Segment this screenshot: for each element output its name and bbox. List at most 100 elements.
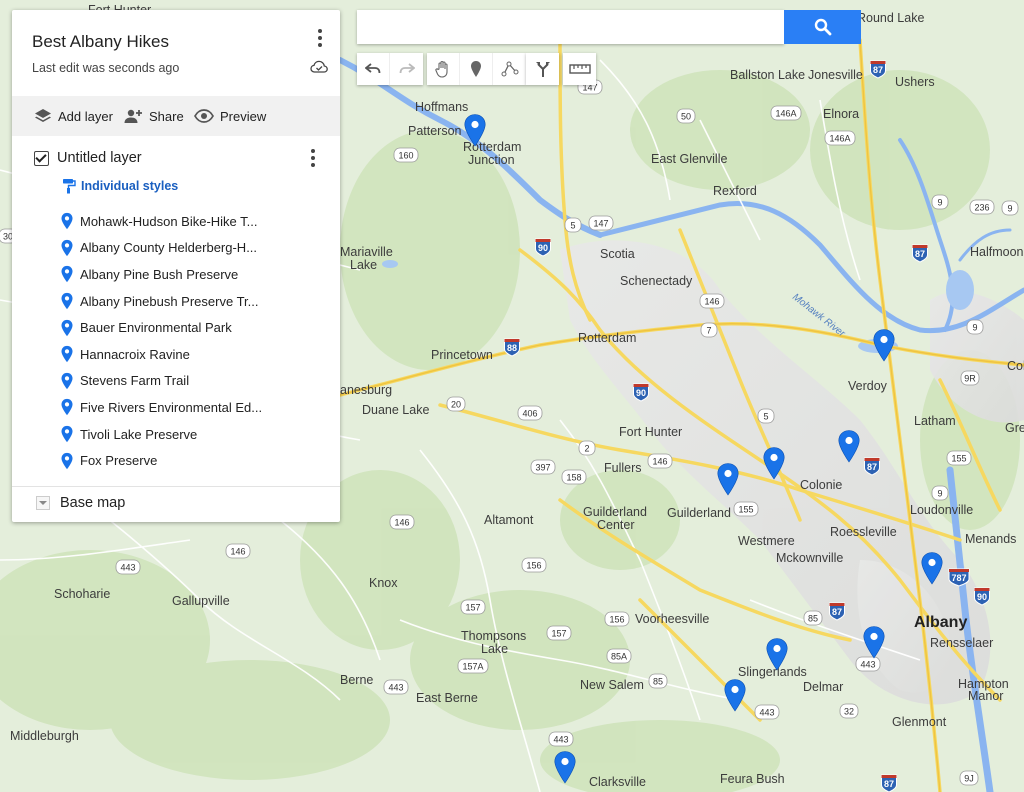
interstate-shield: 88 bbox=[504, 338, 520, 357]
paint-roller-icon bbox=[63, 179, 76, 194]
route-shield: 158 bbox=[561, 469, 587, 485]
interstate-shield-label: 87 bbox=[832, 607, 842, 617]
place-label: Verdoy bbox=[848, 379, 888, 393]
route-shield-label: 9 bbox=[1007, 204, 1012, 214]
ruler-icon[interactable] bbox=[563, 53, 596, 85]
eye-icon bbox=[194, 109, 214, 123]
expand-triangle-icon[interactable] bbox=[36, 496, 50, 510]
layer-item-label: Stevens Farm Trail bbox=[80, 373, 190, 389]
route-shield-label: 397 bbox=[535, 463, 550, 473]
route-shield-label: 5 bbox=[763, 412, 768, 422]
route-shield-label: 85A bbox=[611, 652, 627, 662]
layer-item[interactable]: Fox Preserve bbox=[60, 447, 262, 474]
route-shield: 85 bbox=[648, 673, 668, 689]
hand-icon[interactable] bbox=[427, 53, 460, 85]
redo-icon[interactable] bbox=[390, 53, 423, 85]
map-options-icon[interactable] bbox=[310, 26, 330, 50]
place-label: Lake bbox=[350, 258, 377, 272]
layer-visibility-checkbox[interactable] bbox=[34, 150, 49, 166]
route-shield-label: 7 bbox=[706, 326, 711, 336]
route-shield-label: 9J bbox=[964, 774, 974, 784]
route-shield-label: 146 bbox=[652, 457, 667, 467]
route-shield-label: 443 bbox=[120, 563, 135, 573]
layer-name[interactable]: Untitled layer bbox=[57, 150, 142, 166]
route-shield: 146 bbox=[647, 453, 673, 469]
search-input[interactable] bbox=[357, 10, 784, 44]
layer-item[interactable]: Hannacroix Ravine bbox=[60, 341, 262, 368]
route-shield-label: 20 bbox=[451, 400, 461, 410]
place-label: Colonie bbox=[800, 478, 842, 492]
route-shield-label: 155 bbox=[738, 505, 753, 515]
route-shield-label: 406 bbox=[522, 409, 537, 419]
interstate-shield-label: 787 bbox=[951, 573, 966, 583]
map-pin-icon bbox=[61, 319, 73, 336]
base-map-section[interactable]: Base map bbox=[36, 495, 125, 511]
directions-icon[interactable] bbox=[526, 53, 559, 85]
directions-toolbar bbox=[526, 53, 559, 85]
layer-item[interactable]: Bauer Environmental Park bbox=[60, 314, 262, 341]
route-shield-label: 85 bbox=[808, 614, 818, 624]
layer-item[interactable]: Albany Pine Bush Preserve bbox=[60, 261, 262, 288]
place-label: Guilderland bbox=[583, 505, 647, 519]
add-layer-button[interactable]: Add layer bbox=[34, 96, 113, 136]
route-shield: 146A bbox=[824, 130, 856, 146]
add-layer-label: Add layer bbox=[58, 108, 113, 124]
route-shield-label: 236 bbox=[974, 203, 989, 213]
layer-item-label: Mohawk-Hudson Bike-Hike T... bbox=[80, 213, 258, 229]
place-label: Voorheesville bbox=[635, 612, 709, 626]
place-label: Feura Bush bbox=[720, 772, 785, 786]
layer-item[interactable]: Mohawk-Hudson Bike-Hike T... bbox=[60, 208, 262, 235]
route-shield: 236 bbox=[969, 199, 995, 215]
route-shield: 9 bbox=[931, 485, 949, 501]
search-button[interactable] bbox=[784, 10, 861, 44]
layer-item[interactable]: Albany Pinebush Preserve Tr... bbox=[60, 288, 262, 315]
route-shield: 85A bbox=[606, 648, 632, 664]
map-pin-icon bbox=[61, 425, 73, 443]
route-shield-label: 157 bbox=[465, 603, 480, 613]
map-title[interactable]: Best Albany Hikes bbox=[32, 32, 169, 52]
route-shield-label: 32 bbox=[844, 707, 854, 717]
place-label: Loudonville bbox=[910, 503, 973, 517]
place-label: Menands bbox=[965, 532, 1016, 546]
interstate-shield-label: 90 bbox=[538, 243, 548, 253]
route-shield: 443 bbox=[548, 731, 574, 747]
layer-item[interactable]: Stevens Farm Trail bbox=[60, 368, 262, 395]
individual-styles-link[interactable]: Individual styles bbox=[62, 178, 178, 194]
interstate-shield-label: 87 bbox=[884, 779, 894, 789]
place-label: Glenmont bbox=[892, 715, 947, 729]
place-label: Patterson bbox=[408, 124, 462, 138]
place-label: Ushers bbox=[895, 75, 935, 89]
place-label: Lake bbox=[481, 642, 508, 656]
route-shield: 406 bbox=[517, 405, 543, 421]
place-label: Elnora bbox=[823, 107, 859, 121]
route-shield-label: 50 bbox=[681, 112, 691, 122]
add-marker-icon[interactable] bbox=[460, 53, 493, 85]
route-shield: 155 bbox=[733, 501, 759, 517]
route-shield: 85 bbox=[803, 610, 823, 626]
place-label: Roessleville bbox=[830, 525, 897, 539]
route-shield: 155 bbox=[946, 450, 972, 466]
place-label: Scotia bbox=[600, 247, 635, 261]
layer-item[interactable]: Albany County Helderberg-H... bbox=[60, 235, 262, 262]
search-icon bbox=[814, 18, 831, 36]
route-shield-label: 2 bbox=[584, 444, 589, 454]
layer-item[interactable]: Five Rivers Environmental Ed... bbox=[60, 394, 262, 421]
preview-button[interactable]: Preview bbox=[194, 96, 266, 136]
interstate-shield-label: 87 bbox=[915, 249, 925, 259]
place-label: Col bbox=[1007, 359, 1024, 373]
map-pin-icon bbox=[61, 372, 73, 390]
map-pin-icon bbox=[61, 452, 73, 469]
route-shield-label: 156 bbox=[609, 615, 624, 625]
draw-line-icon[interactable] bbox=[493, 53, 526, 85]
share-button[interactable]: Share bbox=[123, 96, 184, 136]
layer-item[interactable]: Tivoli Lake Preserve bbox=[60, 421, 262, 448]
place-label: Fort Hunter bbox=[619, 425, 682, 439]
place-label: Schoharie bbox=[54, 587, 110, 601]
layer-item-label: Tivoli Lake Preserve bbox=[80, 426, 198, 442]
route-shield: 146 bbox=[389, 514, 415, 530]
interstate-shield: 87 bbox=[829, 602, 845, 621]
layer-options-icon[interactable] bbox=[303, 146, 323, 170]
route-shield: 2 bbox=[578, 440, 596, 456]
place-label: Halfmoon bbox=[970, 245, 1024, 259]
undo-icon[interactable] bbox=[357, 53, 390, 85]
